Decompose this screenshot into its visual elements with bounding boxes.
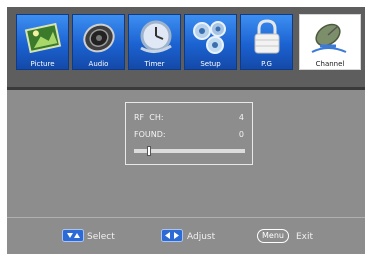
tab-picture[interactable]: Picture xyxy=(16,14,69,70)
scan-progress-knob xyxy=(147,146,151,156)
menu-key-icon: Menu xyxy=(257,229,289,243)
picture-icon xyxy=(24,22,62,54)
tab-label: Picture xyxy=(30,60,55,68)
exit-hint-label: Exit xyxy=(296,232,314,242)
found-value: 0 xyxy=(238,130,244,139)
menu-tab-bar: Picture Audio Timer Setup P.G Channel xyxy=(7,7,365,90)
select-hint-label: Select xyxy=(87,232,115,242)
tab-parental-guidance[interactable]: P.G xyxy=(240,14,293,70)
found-label: FOUND: xyxy=(134,130,166,139)
tab-timer[interactable]: Timer xyxy=(128,14,181,70)
tab-label: Channel xyxy=(315,60,345,68)
tab-audio[interactable]: Audio xyxy=(72,14,125,70)
gears-icon xyxy=(193,21,226,54)
adjust-arrows-icon xyxy=(161,229,183,242)
channel-scan-dialog: RF CH: 4 FOUND: 0 xyxy=(125,102,253,165)
select-arrows-icon xyxy=(62,229,84,242)
rf-channel-value: 4 xyxy=(238,113,244,122)
rf-channel-label: RF CH: xyxy=(134,113,164,122)
adjust-hint-label: Adjust xyxy=(187,232,216,242)
tab-label: P.G xyxy=(261,60,272,68)
footer-hint-bar: Select Adjust Menu Exit xyxy=(7,217,365,254)
scan-progress-bar xyxy=(134,146,245,156)
tab-label: Timer xyxy=(144,60,165,68)
tab-label: Audio xyxy=(88,60,109,68)
tab-setup[interactable]: Setup xyxy=(184,14,237,70)
tab-channel[interactable]: Channel xyxy=(299,14,361,70)
speaker-icon xyxy=(83,23,115,53)
tab-label: Setup xyxy=(200,60,221,68)
tv-osd-screen: Picture Audio Timer Setup P.G Channel RF… xyxy=(7,7,365,254)
lock-icon xyxy=(254,19,280,54)
satellite-dish-icon xyxy=(311,23,347,53)
clock-icon xyxy=(140,20,172,53)
